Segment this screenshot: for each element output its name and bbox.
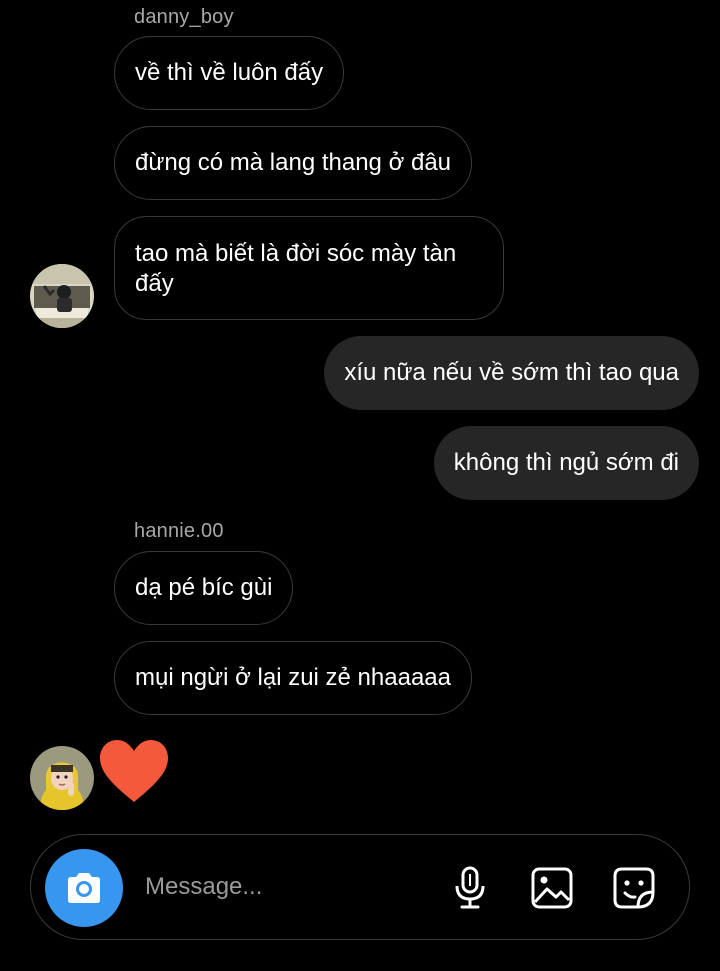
message-bubble-incoming[interactable]: dạ pé bíc gùi [114,551,294,625]
avatar-photo [30,746,94,810]
message-bubble-outgoing[interactable]: xíu nữa nếu về sớm thì tao qua [324,336,699,410]
message-bubble-incoming[interactable]: đừng có mà lang thang ở đâu [114,126,473,200]
camera-button[interactable] [45,849,123,927]
camera-icon [68,873,100,903]
chat-screen: danny_boy về thì về luôn đấy đừng có mà … [0,0,720,971]
message-bubble-incoming[interactable]: mụi ngừi ở lại zui zẻ nhaaaaa [114,641,472,715]
message-bubble-outgoing[interactable]: không thì ngủ sớm đi [433,426,699,500]
message-input[interactable] [145,867,425,907]
avatar-photo [30,264,94,328]
microphone-button[interactable] [447,865,493,911]
gallery-button[interactable] [529,865,575,911]
sender-name: danny_boy [134,6,234,28]
heart-reaction-icon[interactable] [98,738,170,806]
sticker-button[interactable] [611,865,657,911]
avatar[interactable] [30,746,94,810]
microphone-icon [455,866,485,909]
message-composer [30,834,690,940]
sender-name: hannie.00 [134,520,224,542]
sticker-icon [613,867,655,909]
message-bubble-incoming[interactable]: về thì về luôn đấy [114,36,345,110]
image-icon [531,867,573,909]
message-bubble-incoming[interactable]: tao mà biết là đời sóc mày tàn đấy [114,216,504,320]
avatar[interactable] [30,264,94,328]
